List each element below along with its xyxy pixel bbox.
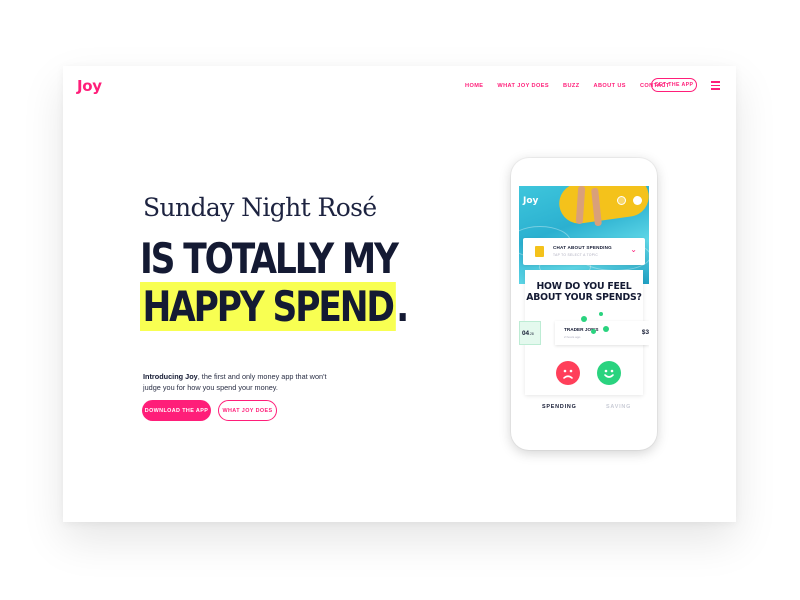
tab-spending[interactable]: SPENDING — [540, 404, 579, 410]
nav-buzz[interactable]: BUZZ — [563, 83, 580, 89]
nav-what-joy-does[interactable]: WHAT JOY DOES — [497, 83, 549, 89]
chat-title: CHAT ABOUT SPENDING — [553, 245, 612, 250]
chat-icon[interactable] — [617, 196, 626, 205]
hamburger-icon[interactable] — [711, 81, 720, 92]
sad-face-icon — [563, 369, 573, 379]
page-card: Joy HOME WHAT JOY DOES BUZZ ABOUT US CON… — [63, 66, 736, 522]
chevron-down-icon[interactable]: ⌄ — [630, 245, 637, 254]
happy-face-icon — [604, 369, 614, 378]
get-the-app-button[interactable]: GET THE APP — [651, 78, 697, 92]
tab-saving[interactable]: SAVING — [606, 404, 631, 410]
phone-screen: Joy CHAT ABOUT SPENDING TAP TO SELECT A … — [519, 186, 649, 444]
hero-headline-line1: IS TOTALLY MY — [140, 234, 399, 283]
chat-subtitle: TAP TO SELECT A TOPIC — [553, 253, 599, 257]
sad-face-button[interactable] — [556, 361, 580, 385]
what-joy-does-button[interactable]: WHAT JOY DOES — [218, 400, 277, 421]
hero-headline-line2: HAPPY SPEND. — [140, 282, 409, 331]
transaction-card[interactable]: TRADER JOE'S 2 hours ago $3 — [555, 321, 649, 345]
headline-period: . — [396, 282, 409, 331]
hero-eyebrow: Sunday Night Rosé — [143, 193, 377, 222]
app-logo: Joy — [523, 196, 539, 206]
progress-dot — [599, 312, 603, 316]
progress-dot — [603, 326, 609, 332]
phone-mockup: Joy CHAT ABOUT SPENDING TAP TO SELECT A … — [511, 158, 657, 450]
feel-question: HOW DO YOU FEEL ABOUT YOUR SPENDS? — [526, 281, 642, 303]
profile-icon[interactable] — [633, 196, 642, 205]
nav-about-us[interactable]: ABOUT US — [594, 83, 626, 89]
intro-text: Introducing Joy, the first and only mone… — [143, 371, 343, 393]
download-app-button[interactable]: DOWNLOAD THE APP — [142, 400, 211, 421]
chat-about-spending-card[interactable]: CHAT ABOUT SPENDING TAP TO SELECT A TOPI… — [523, 238, 645, 265]
intro-bold: Introducing Joy — [143, 372, 198, 382]
progress-dot — [591, 329, 596, 334]
previous-transaction-card[interactable]: 04.28 — [519, 321, 541, 345]
nav-home[interactable]: HOME — [465, 83, 483, 89]
transaction-amount: $3 — [641, 329, 649, 336]
progress-dot — [581, 316, 587, 322]
pool-float — [556, 186, 649, 227]
headline-highlight: HAPPY SPEND — [140, 282, 397, 331]
happy-face-button[interactable] — [597, 361, 621, 385]
previous-amount: 04.28 — [522, 330, 534, 337]
coin-stack-icon — [535, 246, 544, 257]
joy-logo[interactable]: Joy — [77, 77, 102, 95]
transaction-date: 2 hours ago — [564, 335, 581, 339]
